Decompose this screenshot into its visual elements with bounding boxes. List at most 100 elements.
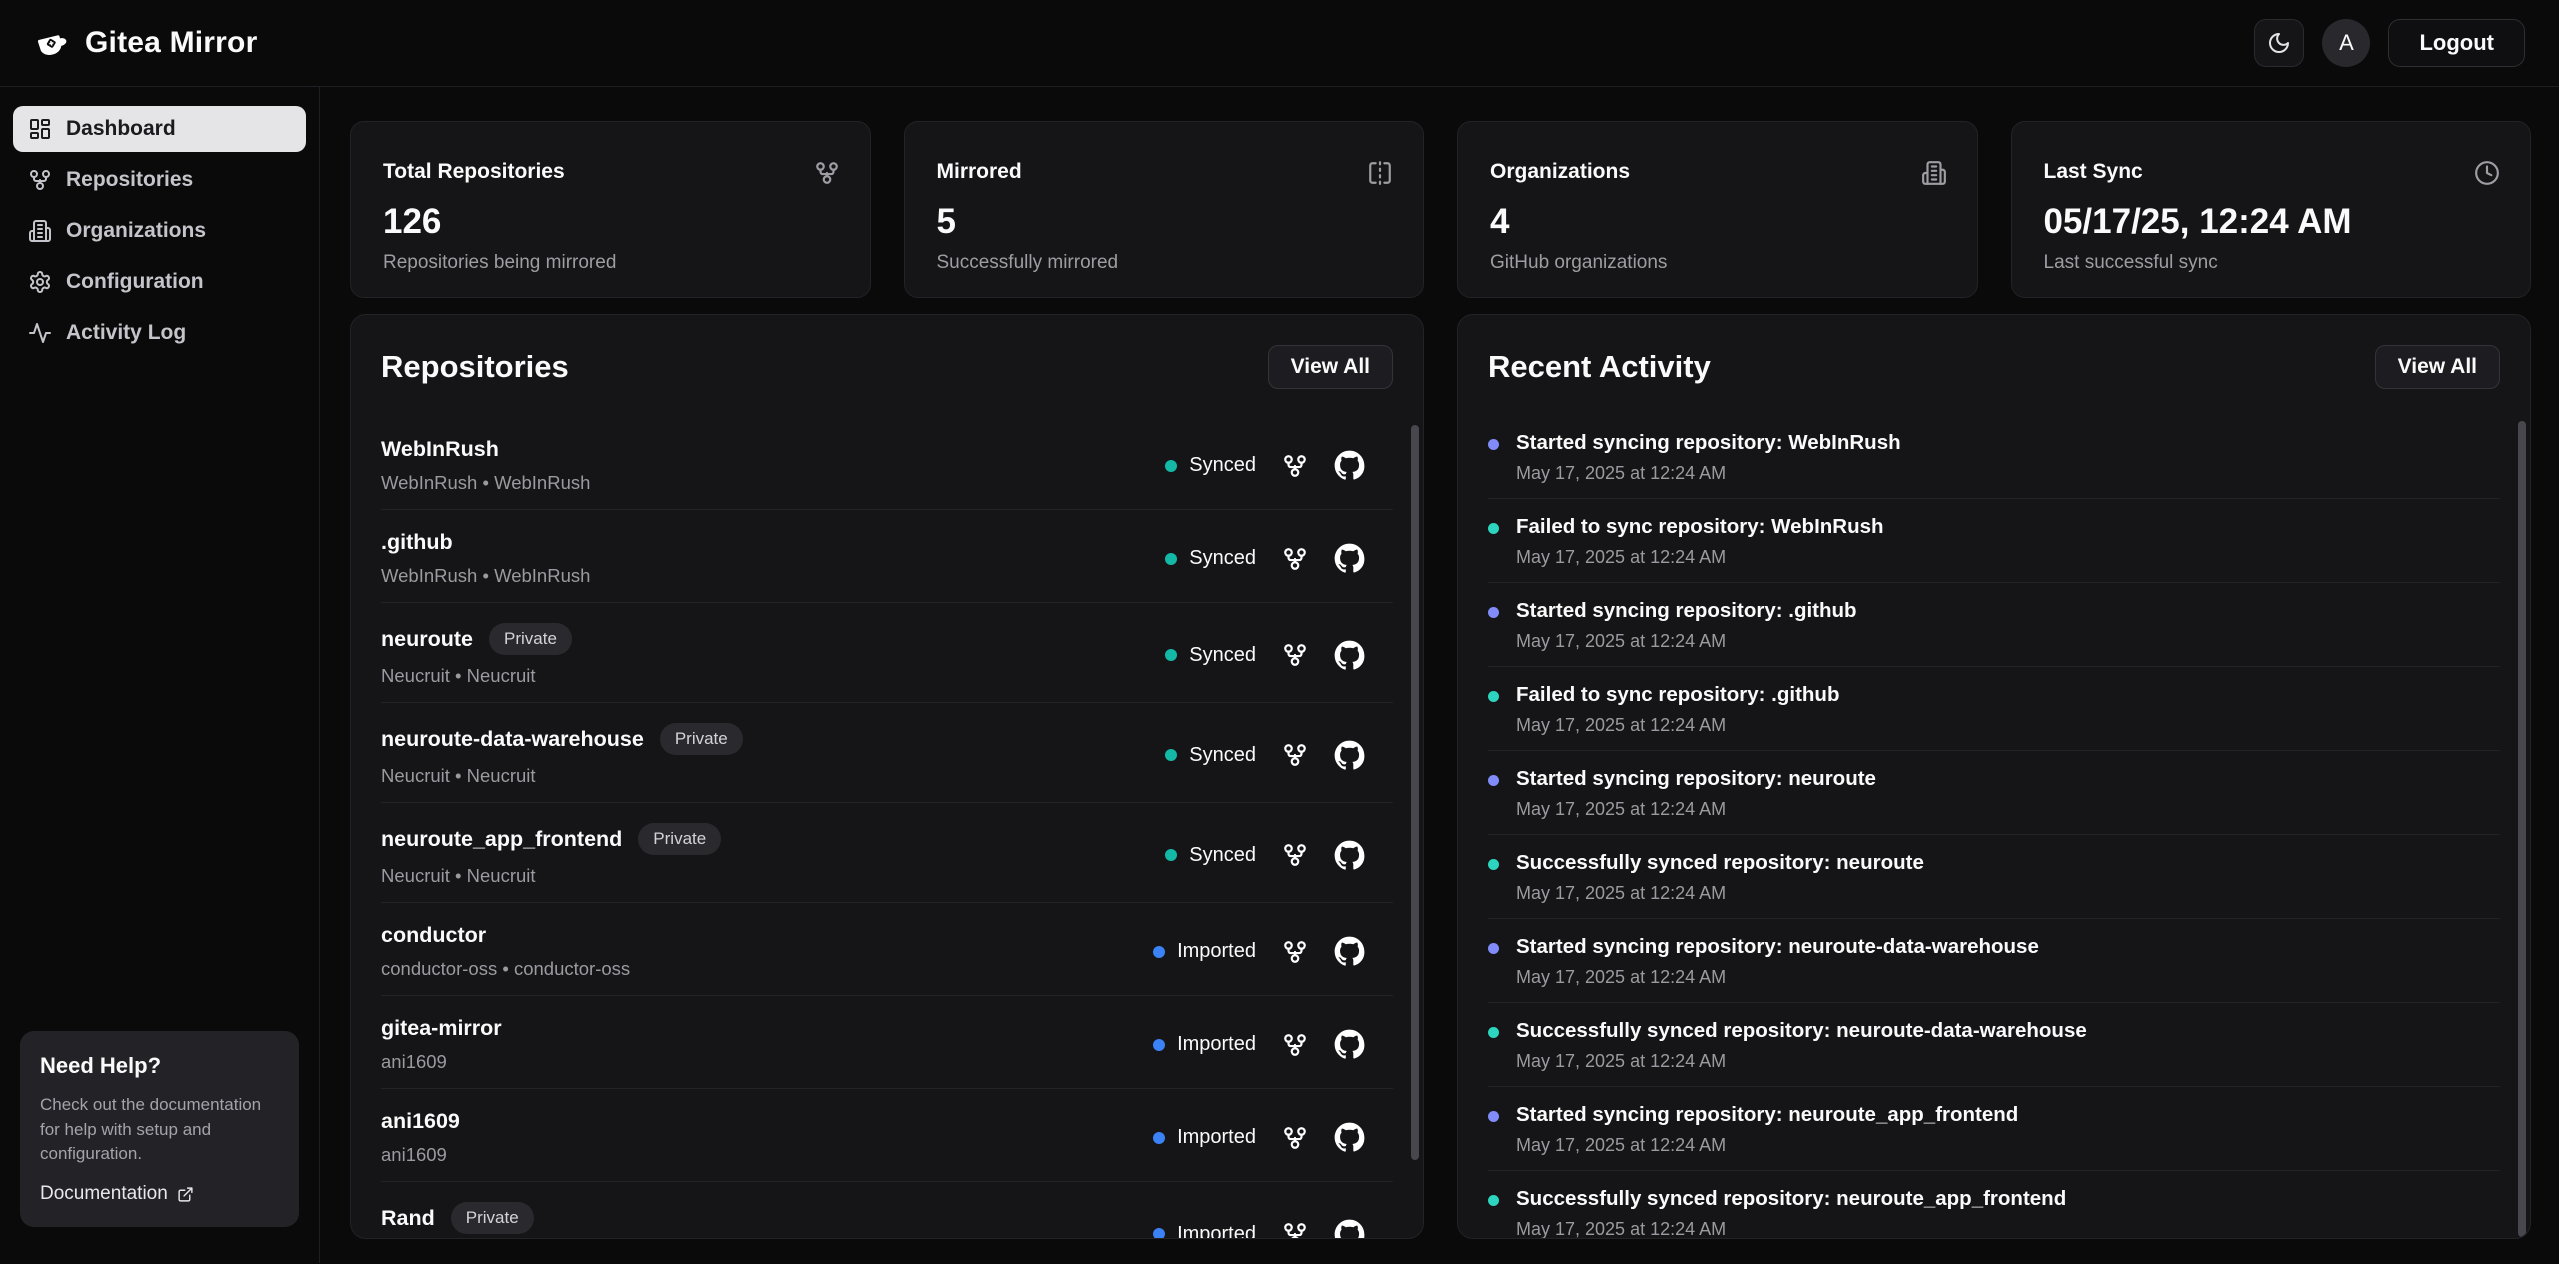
git-fork-icon[interactable]	[1282, 842, 1308, 868]
activity-message: Successfully synced repository: neuroute…	[1516, 1019, 2087, 1043]
activity-item: Successfully synced repository: neuroute…	[1488, 1171, 2500, 1239]
git-fork-icon	[28, 168, 52, 192]
repo-name: Rand	[381, 1206, 435, 1231]
git-fork-icon[interactable]	[1282, 642, 1308, 668]
stat-subtitle: Last successful sync	[2044, 252, 2501, 274]
documentation-link-label: Documentation	[40, 1183, 168, 1205]
recent-activity-panel-title: Recent Activity	[1488, 349, 1711, 385]
sidebar-item-repositories[interactable]: Repositories	[13, 157, 306, 203]
activity-dot	[1488, 859, 1499, 870]
stat-value: 126	[383, 202, 840, 242]
git-fork-icon[interactable]	[1282, 1221, 1308, 1239]
activity-dot	[1488, 775, 1499, 786]
github-icon[interactable]	[1334, 1029, 1365, 1060]
repository-list: WebInRush WebInRush • WebInRush Synced	[381, 417, 1393, 1239]
git-fork-icon	[814, 160, 840, 186]
repo-status: Synced	[1165, 454, 1256, 477]
stat-subtitle: Repositories being mirrored	[383, 252, 840, 274]
status-label: Synced	[1189, 644, 1256, 667]
git-fork-icon[interactable]	[1282, 939, 1308, 965]
sidebar: Dashboard Repositories Organizations Con…	[0, 87, 320, 1263]
git-fork-icon[interactable]	[1282, 742, 1308, 768]
theme-toggle-button[interactable]	[2254, 19, 2304, 67]
navbar-actions: A Logout	[2254, 19, 2525, 67]
sidebar-item-dashboard[interactable]: Dashboard	[13, 106, 306, 152]
status-dot	[1153, 1132, 1165, 1144]
repo-owner: conductor-oss • conductor-oss	[381, 958, 630, 980]
git-fork-icon[interactable]	[1282, 1032, 1308, 1058]
sidebar-item-label: Activity Log	[66, 321, 186, 345]
status-dot	[1165, 460, 1177, 472]
github-icon[interactable]	[1334, 936, 1365, 967]
sidebar-item-label: Configuration	[66, 270, 204, 294]
github-icon[interactable]	[1334, 840, 1365, 871]
repo-row: WebInRush WebInRush • WebInRush Synced	[381, 417, 1393, 510]
stat-card-total-repositories: Total Repositories 126 Repositories bein…	[350, 121, 871, 298]
clock-icon	[2474, 160, 2500, 186]
activity-timestamp: May 17, 2025 at 12:24 AM	[1516, 631, 1857, 652]
gear-icon	[28, 270, 52, 294]
repo-status: Imported	[1153, 1126, 1256, 1149]
github-icon[interactable]	[1334, 450, 1365, 481]
gitea-mirror-app: Gitea Mirror A Logout Dashboard Reposito…	[0, 0, 2559, 1264]
repo-name: .github	[381, 530, 453, 555]
sidebar-item-label: Dashboard	[66, 117, 176, 141]
activity-dot	[1488, 1111, 1499, 1122]
repo-private-badge: Private	[451, 1202, 534, 1234]
repo-status: Synced	[1165, 744, 1256, 767]
stat-value: 05/17/25, 12:24 AM	[2044, 202, 2501, 242]
repositories-view-all-button[interactable]: View All	[1268, 345, 1393, 389]
github-icon[interactable]	[1334, 1122, 1365, 1153]
repo-private-badge: Private	[660, 723, 743, 755]
git-fork-icon[interactable]	[1282, 1125, 1308, 1151]
activity-timestamp: May 17, 2025 at 12:24 AM	[1516, 547, 1884, 568]
repo-status: Imported	[1153, 940, 1256, 963]
repo-owner: WebInRush • WebInRush	[381, 565, 590, 587]
sidebar-item-configuration[interactable]: Configuration	[13, 259, 306, 305]
stat-cards: Total Repositories 126 Repositories bein…	[350, 121, 2531, 298]
git-fork-icon[interactable]	[1282, 546, 1308, 572]
repo-name: WebInRush	[381, 437, 499, 462]
stat-card-mirrored: Mirrored 5 Successfully mirrored	[904, 121, 1425, 298]
activity-timestamp: May 17, 2025 at 12:24 AM	[1516, 1051, 2087, 1072]
activity-timestamp: May 17, 2025 at 12:24 AM	[1516, 463, 1901, 484]
stat-card-last-sync: Last Sync 05/17/25, 12:24 AM Last succes…	[2011, 121, 2532, 298]
github-icon[interactable]	[1334, 640, 1365, 671]
repo-row: ani1609 ani1609 Imported	[381, 1089, 1393, 1182]
logout-button[interactable]: Logout	[2388, 19, 2525, 67]
stat-title: Organizations	[1490, 160, 1630, 184]
repo-private-badge: Private	[638, 823, 721, 855]
building-icon	[1921, 160, 1947, 186]
github-icon[interactable]	[1334, 740, 1365, 771]
github-icon[interactable]	[1334, 543, 1365, 574]
moon-icon	[2267, 31, 2291, 55]
stat-subtitle: GitHub organizations	[1490, 252, 1947, 274]
avatar[interactable]: A	[2322, 19, 2370, 67]
dashboard-icon	[28, 117, 52, 141]
sidebar-item-label: Organizations	[66, 219, 206, 243]
activity-dot	[1488, 523, 1499, 534]
sidebar-item-activity-log[interactable]: Activity Log	[13, 310, 306, 356]
activity-icon	[28, 321, 52, 345]
sidebar-item-organizations[interactable]: Organizations	[13, 208, 306, 254]
activity-message: Successfully synced repository: neuroute	[1516, 851, 1924, 875]
repositories-scrollbar[interactable]	[1411, 425, 1419, 1160]
repo-name: neuroute-data-warehouse	[381, 727, 644, 752]
activity-timestamp: May 17, 2025 at 12:24 AM	[1516, 799, 1876, 820]
documentation-link[interactable]: Documentation	[40, 1183, 194, 1205]
status-label: Synced	[1189, 547, 1256, 570]
status-label: Imported	[1177, 1126, 1256, 1149]
activity-view-all-button[interactable]: View All	[2375, 345, 2500, 389]
repo-row: neuroute-data-warehouse Private Neucruit…	[381, 703, 1393, 803]
activity-message: Successfully synced repository: neuroute…	[1516, 1187, 2066, 1211]
repo-status: Synced	[1165, 644, 1256, 667]
activity-dot	[1488, 1027, 1499, 1038]
github-icon[interactable]	[1334, 1219, 1365, 1240]
status-dot	[1165, 553, 1177, 565]
activity-message: Started syncing repository: WebInRush	[1516, 431, 1901, 455]
repo-private-badge: Private	[489, 623, 572, 655]
activity-scrollbar[interactable]	[2518, 421, 2526, 1237]
repo-row: neuroute_app_frontend Private Neucruit •…	[381, 803, 1393, 903]
status-label: Synced	[1189, 844, 1256, 867]
git-fork-icon[interactable]	[1282, 453, 1308, 479]
